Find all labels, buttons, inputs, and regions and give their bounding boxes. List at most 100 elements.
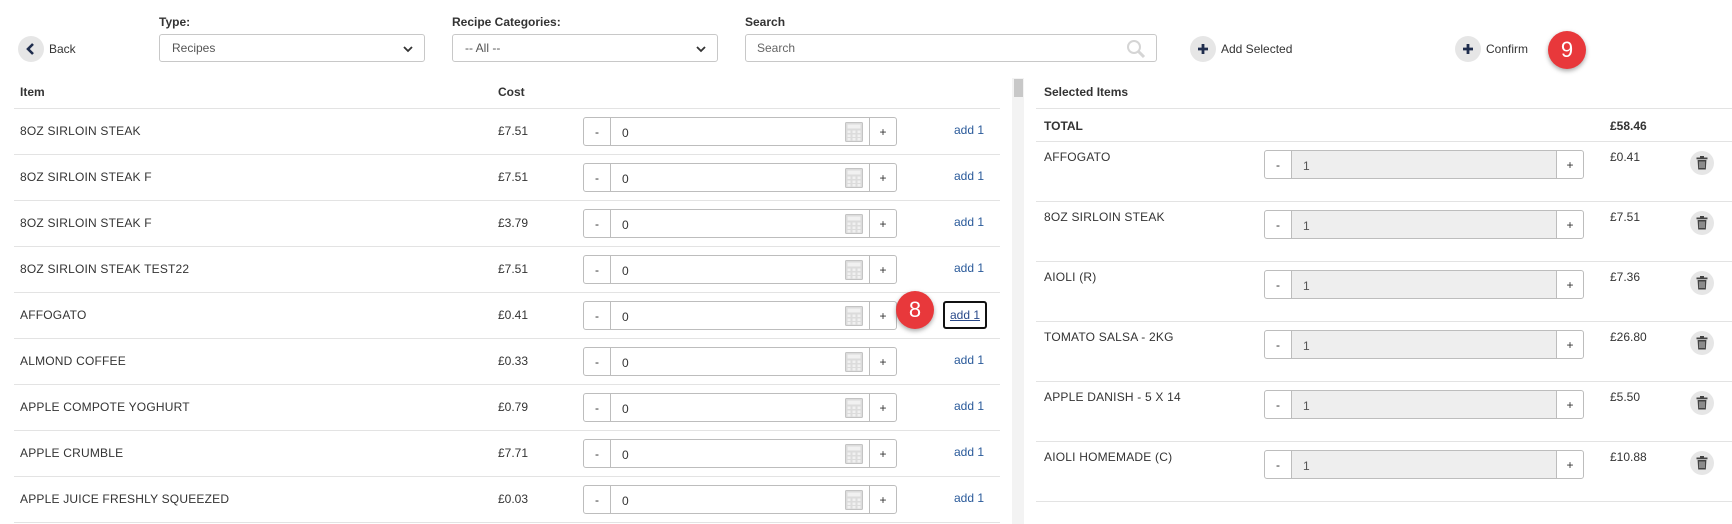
add-one-link[interactable]: add 1	[954, 353, 984, 367]
back-label[interactable]: Back	[49, 42, 76, 56]
increment-button[interactable]: +	[869, 255, 897, 284]
decrement-button[interactable]: -	[583, 393, 611, 422]
selected-item-name: AFFOGATO	[1044, 150, 1111, 164]
item-name: 8OZ SIRLOIN STEAK	[20, 124, 141, 138]
table-row: APPLE CRUMBLE £7.71 - 0 + add 1	[14, 431, 1000, 477]
increment-button[interactable]: +	[869, 117, 897, 146]
decrement-button[interactable]: -	[1264, 390, 1292, 419]
quantity-input[interactable]: 0	[611, 393, 869, 422]
delete-button[interactable]	[1690, 391, 1714, 415]
increment-button[interactable]: +	[1556, 330, 1584, 359]
quantity-input[interactable]: 0	[611, 255, 869, 284]
delete-button[interactable]	[1690, 151, 1714, 175]
delete-button[interactable]	[1690, 451, 1714, 475]
item-list: 8OZ SIRLOIN STEAK £7.51 - 0 + add 1 8OZ …	[14, 108, 1000, 523]
delete-button[interactable]	[1690, 211, 1714, 235]
decrement-button[interactable]: -	[1264, 270, 1292, 299]
table-row: 8OZ SIRLOIN STEAK F £7.51 - 0 + add 1	[14, 155, 1000, 201]
quantity-input[interactable]: 0	[611, 347, 869, 376]
quantity-stepper: - 0 +	[583, 301, 897, 330]
calculator-icon[interactable]	[845, 352, 863, 372]
decrement-button[interactable]: -	[583, 117, 611, 146]
confirm-label[interactable]: Confirm	[1486, 42, 1528, 56]
increment-button[interactable]: +	[1556, 150, 1584, 179]
scrollbar-thumb[interactable]	[1014, 79, 1023, 97]
calculator-icon[interactable]	[845, 122, 863, 142]
search-icon[interactable]	[1126, 39, 1146, 59]
scrollbar-track[interactable]	[1012, 78, 1024, 524]
selected-quantity-stepper: - 1 +	[1264, 330, 1584, 359]
calculator-icon[interactable]	[845, 168, 863, 188]
decrement-button[interactable]: -	[1264, 150, 1292, 179]
increment-button[interactable]: +	[1556, 210, 1584, 239]
decrement-button[interactable]: -	[583, 439, 611, 468]
quantity-input[interactable]: 0	[611, 163, 869, 192]
add-one-link[interactable]: add 1	[954, 169, 984, 183]
increment-button[interactable]: +	[869, 209, 897, 238]
search-box	[745, 34, 1157, 62]
decrement-button[interactable]: -	[583, 209, 611, 238]
increment-button[interactable]: +	[869, 439, 897, 468]
table-row: AFFOGATO £0.41 - 0 + add 1	[14, 293, 1000, 339]
search-input[interactable]	[746, 35, 1106, 61]
confirm-button[interactable]	[1455, 36, 1481, 62]
increment-button[interactable]: +	[869, 485, 897, 514]
increment-button[interactable]: +	[1556, 390, 1584, 419]
selected-item-row: APPLE DANISH - 5 X 14 - 1 + £5.50	[1036, 382, 1732, 442]
calculator-icon[interactable]	[845, 444, 863, 464]
categories-select[interactable]: -- All --	[452, 34, 718, 62]
quantity-input[interactable]: 0	[611, 485, 869, 514]
quantity-value: 0	[622, 126, 629, 140]
quantity-input[interactable]: 0	[611, 439, 869, 468]
selected-item-row: AIOLI (R) - 1 + £7.36	[1036, 262, 1732, 322]
back-button[interactable]	[18, 36, 44, 62]
add-one-link[interactable]: add 1	[954, 491, 984, 505]
calculator-icon[interactable]	[845, 214, 863, 234]
selected-quantity-input: 1	[1292, 270, 1556, 299]
quantity-stepper: - 0 +	[583, 439, 897, 468]
trash-icon	[1696, 156, 1708, 170]
decrement-button[interactable]: -	[1264, 330, 1292, 359]
add-one-link[interactable]: add 1	[954, 123, 984, 137]
increment-button[interactable]: +	[869, 301, 897, 330]
type-select[interactable]: Recipes	[159, 34, 425, 62]
quantity-input[interactable]: 0	[611, 301, 869, 330]
decrement-button[interactable]: -	[1264, 450, 1292, 479]
add-one-link[interactable]: add 1	[954, 399, 984, 413]
quantity-value: 0	[622, 402, 629, 416]
decrement-button[interactable]: -	[583, 485, 611, 514]
add-selected-button[interactable]	[1190, 36, 1216, 62]
plus-icon	[1463, 44, 1473, 54]
decrement-button[interactable]: -	[583, 301, 611, 330]
increment-button[interactable]: +	[1556, 270, 1584, 299]
chevron-down-icon	[696, 46, 706, 53]
calculator-icon[interactable]	[845, 398, 863, 418]
categories-select-value: -- All --	[465, 41, 501, 55]
add-one-link[interactable]: add 1	[943, 301, 987, 329]
increment-button[interactable]: +	[869, 347, 897, 376]
quantity-stepper: - 0 +	[583, 393, 897, 422]
selected-item-price: £7.51	[1610, 210, 1641, 224]
add-one-link[interactable]: add 1	[954, 445, 984, 459]
trash-icon	[1696, 456, 1708, 470]
calculator-icon[interactable]	[845, 306, 863, 326]
decrement-button[interactable]: -	[1264, 210, 1292, 239]
decrement-button[interactable]: -	[583, 255, 611, 284]
delete-button[interactable]	[1690, 271, 1714, 295]
increment-button[interactable]: +	[869, 393, 897, 422]
add-one-link[interactable]: add 1	[954, 261, 984, 275]
decrement-button[interactable]: -	[583, 163, 611, 192]
add-one-link[interactable]: add 1	[954, 215, 984, 229]
add-selected-label[interactable]: Add Selected	[1221, 42, 1292, 56]
item-name: 8OZ SIRLOIN STEAK TEST22	[20, 262, 190, 276]
selected-items-list: AFFOGATO - 1 + £0.41 8OZ SIRLOIN STEAK -…	[1036, 142, 1732, 502]
quantity-input[interactable]: 0	[611, 117, 869, 146]
selected-items-header: Selected Items	[1044, 85, 1129, 99]
calculator-icon[interactable]	[845, 260, 863, 280]
delete-button[interactable]	[1690, 331, 1714, 355]
decrement-button[interactable]: -	[583, 347, 611, 376]
calculator-icon[interactable]	[845, 490, 863, 510]
increment-button[interactable]: +	[1556, 450, 1584, 479]
quantity-input[interactable]: 0	[611, 209, 869, 238]
increment-button[interactable]: +	[869, 163, 897, 192]
